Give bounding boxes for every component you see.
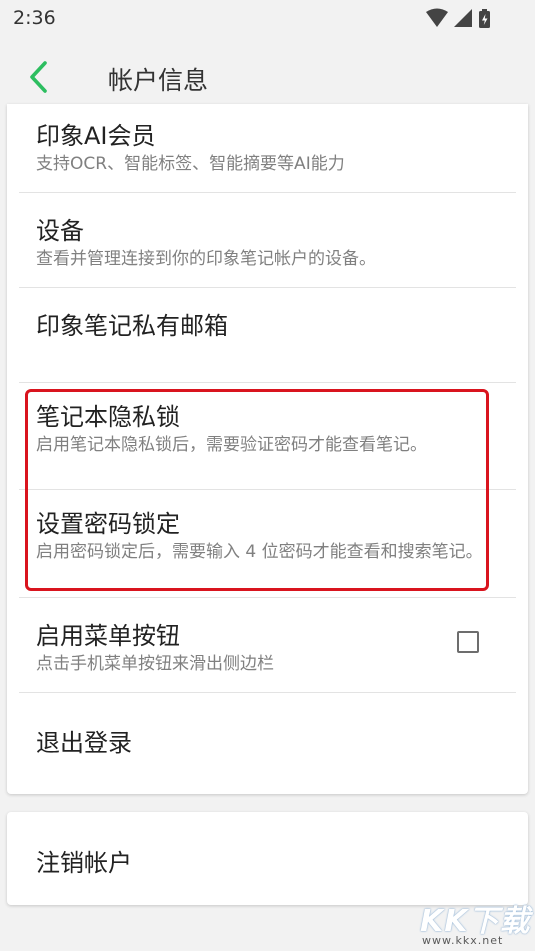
highlight-box (25, 389, 489, 591)
status-icons (425, 8, 495, 34)
setting-title: 印象笔记私有邮箱 (36, 312, 228, 340)
sign-out-label: 退出登录 (36, 729, 132, 757)
page-title: 帐户信息 (108, 66, 209, 95)
watermark-logo: KK下载 www.kkx.net (414, 896, 532, 950)
wifi-icon (426, 8, 448, 27)
setting-subtitle: 查看并管理连接到你的印象笔记帐户的设备。 (36, 249, 376, 269)
setting-subtitle: 支持OCR、智能标签、智能摘要等AI能力 (36, 154, 345, 174)
back-button[interactable] (24, 58, 58, 98)
battery-icon (479, 9, 490, 28)
menu-button-checkbox[interactable] (457, 631, 479, 653)
setting-title: 启用菜单按钮 (36, 622, 180, 650)
setting-sign-out[interactable]: 退出登录 (7, 693, 528, 793)
delete-account-card[interactable]: 注销帐户 (7, 812, 528, 905)
back-arrow-icon (30, 61, 47, 93)
watermark-url: www.kkx.net (422, 934, 504, 947)
setting-title: 设备 (36, 217, 84, 245)
setting-devices[interactable]: 设备 查看并管理连接到你的印象笔记帐户的设备。 (7, 193, 528, 287)
status-bar: 2:36 (0, 0, 535, 36)
setting-title: 印象AI会员 (36, 122, 156, 150)
setting-subtitle: 点击手机菜单按钮来滑出侧边栏 (36, 654, 274, 674)
delete-account-label: 注销帐户 (36, 849, 132, 877)
status-time: 2:36 (13, 7, 56, 29)
setting-ai-membership[interactable]: 印象AI会员 支持OCR、智能标签、智能摘要等AI能力 (7, 104, 528, 192)
setting-menu-button[interactable]: 启用菜单按钮 点击手机菜单按钮来滑出侧边栏 (7, 598, 528, 692)
signal-icon (454, 9, 472, 27)
setting-private-mailbox[interactable]: 印象笔记私有邮箱 (7, 288, 528, 382)
